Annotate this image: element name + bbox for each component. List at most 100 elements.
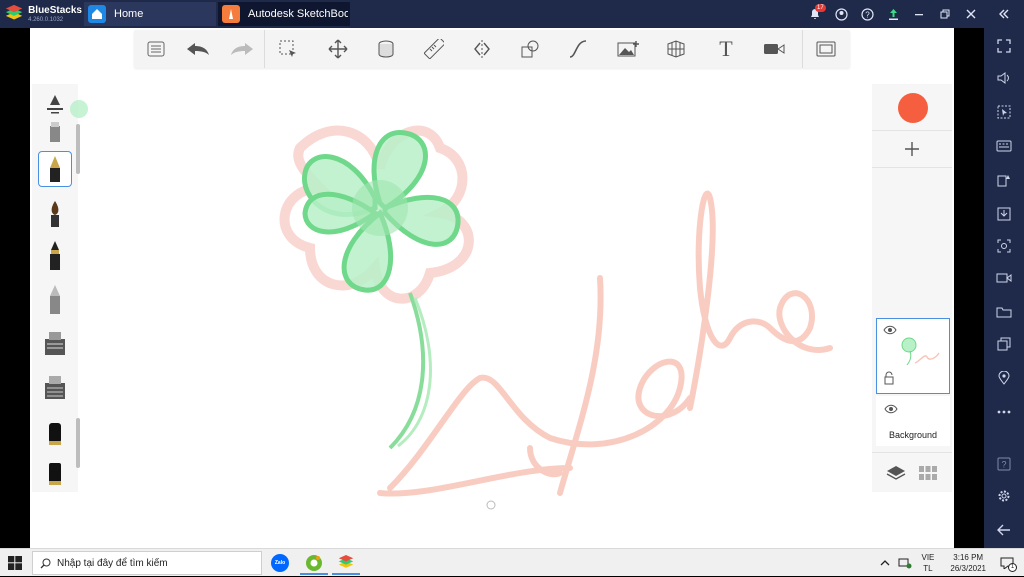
brush-airbrush-icon[interactable] — [38, 120, 72, 146]
brush-palette — [32, 84, 78, 492]
undo-icon[interactable] — [186, 37, 210, 61]
windows-start-icon[interactable] — [8, 556, 22, 570]
notification-bell-icon[interactable]: 17 — [802, 0, 828, 28]
bluestacks-logo-icon — [4, 4, 24, 24]
toolbar-divider — [264, 30, 265, 68]
drawing-artwork — [30, 28, 954, 548]
folder-icon[interactable] — [992, 302, 1016, 322]
sketch-canvas[interactable]: T — [30, 28, 954, 548]
menu-list-icon[interactable] — [144, 37, 168, 61]
notification-count: 17 — [815, 4, 826, 12]
coccoc-browser-icon — [305, 554, 323, 572]
brush-marker-icon[interactable] — [38, 238, 72, 274]
update-icon[interactable] — [880, 0, 906, 28]
taskbar-app-browser[interactable] — [298, 551, 330, 575]
grid-view-icon[interactable] — [918, 465, 938, 481]
pointer-mode-icon[interactable] — [992, 102, 1016, 122]
windows-taskbar: Nhập tại đây để tìm kiếm Zalo VIE TL 3:1… — [0, 548, 1024, 576]
tab-home[interactable]: Home — [84, 2, 216, 26]
back-arrow-icon[interactable] — [992, 520, 1016, 540]
redo-icon[interactable] — [230, 37, 254, 61]
zalo-icon-text: Zalo — [275, 560, 285, 566]
fullscreen-icon[interactable] — [814, 37, 838, 61]
account-icon[interactable] — [828, 0, 854, 28]
shapes-icon[interactable] — [518, 37, 542, 61]
close-icon[interactable] — [958, 0, 984, 28]
bluestacks-sidebar: ? — [984, 28, 1024, 548]
eye-icon[interactable] — [884, 404, 898, 414]
tray-overflow-chevron-icon[interactable] — [880, 559, 890, 567]
action-center-icon[interactable]: 1 — [996, 553, 1018, 573]
multi-instance-icon[interactable] — [992, 334, 1016, 354]
bluestacks-taskbar-icon — [337, 555, 355, 571]
brush-texture-icon[interactable] — [38, 370, 72, 406]
layer-preview — [895, 333, 945, 369]
text-tool-icon[interactable]: T — [714, 37, 738, 61]
active-app-indicator — [300, 573, 328, 575]
taskbar-app-zalo[interactable]: Zalo — [264, 551, 296, 575]
add-layer-button[interactable] — [872, 130, 952, 168]
settings-gear-icon[interactable] — [992, 486, 1016, 506]
tab-home-label: Home — [114, 8, 214, 20]
ruler-icon[interactable] — [422, 37, 446, 61]
add-image-icon[interactable] — [616, 37, 640, 61]
brush-paintbrush-icon[interactable] — [38, 196, 72, 232]
letterbox-left — [0, 28, 30, 548]
brush-stamp-icon[interactable] — [38, 326, 72, 362]
plus-icon — [904, 141, 920, 157]
layer-thumbnail-drawing[interactable] — [876, 318, 950, 394]
move-transform-icon[interactable] — [326, 37, 350, 61]
record-screen-icon[interactable] — [992, 268, 1016, 288]
collapse-sidebar-icon[interactable] — [984, 0, 1024, 28]
keyboard-icon[interactable] — [992, 136, 1016, 156]
help-center-icon[interactable]: ? — [992, 454, 1016, 474]
symmetry-icon[interactable] — [470, 37, 494, 61]
install-apk-icon[interactable] — [992, 170, 1016, 190]
network-icon[interactable] — [898, 557, 912, 569]
brush-inking-pen-icon[interactable] — [38, 151, 72, 187]
layer-background[interactable]: Background — [876, 396, 950, 446]
brush-preview-dot — [70, 100, 88, 118]
sketchbook-app-icon — [222, 5, 240, 23]
brush-settings-icon[interactable] — [38, 86, 72, 122]
selection-icon[interactable] — [276, 37, 300, 61]
brush-eraser-soft-icon[interactable] — [38, 456, 72, 492]
brush-scrollbar-lower[interactable] — [76, 418, 80, 468]
tab-sketchbook-label: Autodesk SketchBook — [248, 8, 348, 20]
brush-pencil-icon[interactable] — [38, 282, 72, 318]
volume-icon[interactable] — [992, 68, 1016, 88]
fill-bucket-icon[interactable] — [374, 37, 398, 61]
location-icon[interactable] — [992, 368, 1016, 388]
layer-controls — [872, 452, 952, 492]
svg-text:?: ? — [865, 10, 870, 19]
stroke-curve-icon[interactable] — [566, 37, 590, 61]
more-options-icon[interactable] — [992, 402, 1016, 422]
apk-download-icon[interactable] — [992, 204, 1016, 224]
tab-sketchbook[interactable]: Autodesk SketchBook — [218, 2, 350, 26]
fullscreen-expand-icon[interactable] — [992, 36, 1016, 56]
layers-icon[interactable] — [886, 465, 906, 481]
taskbar-app-bluestacks[interactable] — [330, 551, 362, 575]
restore-icon[interactable] — [932, 0, 958, 28]
minimize-icon[interactable] — [906, 0, 932, 28]
brush-eraser-hard-icon[interactable] — [38, 416, 72, 452]
action-center-count: 1 — [1008, 563, 1017, 572]
help-icon[interactable]: ? — [854, 0, 880, 28]
taskbar-search-box[interactable]: Nhập tại đây để tìm kiếm — [32, 551, 262, 575]
toolbar-divider — [802, 30, 803, 68]
color-picker-swatch[interactable] — [898, 93, 928, 123]
language-indicator[interactable]: VIE TL — [922, 552, 935, 574]
screenshot-icon[interactable] — [992, 236, 1016, 256]
search-icon — [33, 558, 57, 569]
brush-scrollbar[interactable] — [76, 124, 80, 174]
lock-icon[interactable] — [883, 371, 895, 385]
bluestacks-version: 4.260.0.1032 — [28, 17, 82, 23]
background-layer-label: Background — [876, 430, 950, 440]
system-tray: VIE TL 3:16 PM 26/3/2021 1 — [876, 549, 1024, 577]
clock[interactable]: 3:16 PM 26/3/2021 — [950, 552, 986, 574]
bluestacks-logo: BlueStacks 4.260.0.1032 — [4, 3, 82, 25]
perspective-icon[interactable] — [664, 37, 688, 61]
timelapse-record-icon[interactable] — [762, 37, 786, 61]
active-app-indicator — [332, 573, 360, 575]
search-placeholder: Nhập tại đây để tìm kiếm — [57, 558, 168, 569]
